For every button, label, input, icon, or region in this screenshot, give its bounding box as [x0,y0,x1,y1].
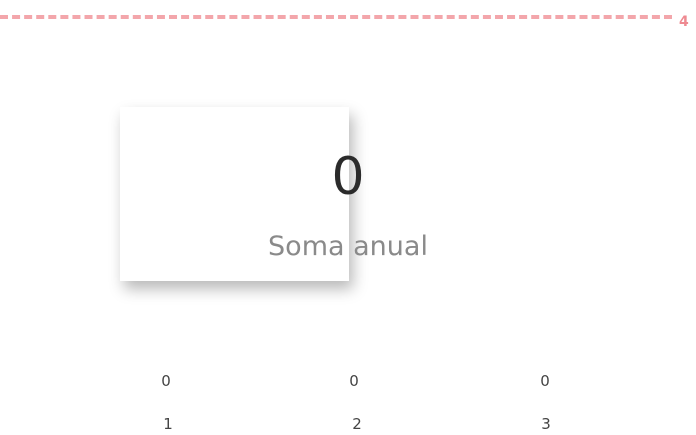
page: 4 0 Soma anual 0 0 0 1 2 3 [0,0,696,435]
value-cell-3: 0 [540,372,550,390]
kpi-value: 0 [331,147,365,207]
kpi-label: Soma anual [268,231,428,262]
label-cell-2: 2 [352,415,362,433]
value-cell-2: 0 [349,372,359,390]
label-cell-3: 3 [541,415,551,433]
reference-line-label: 4 [679,14,689,30]
reference-dashed-line [0,15,672,19]
label-cell-1: 1 [163,415,173,433]
value-cell-1: 0 [161,372,171,390]
